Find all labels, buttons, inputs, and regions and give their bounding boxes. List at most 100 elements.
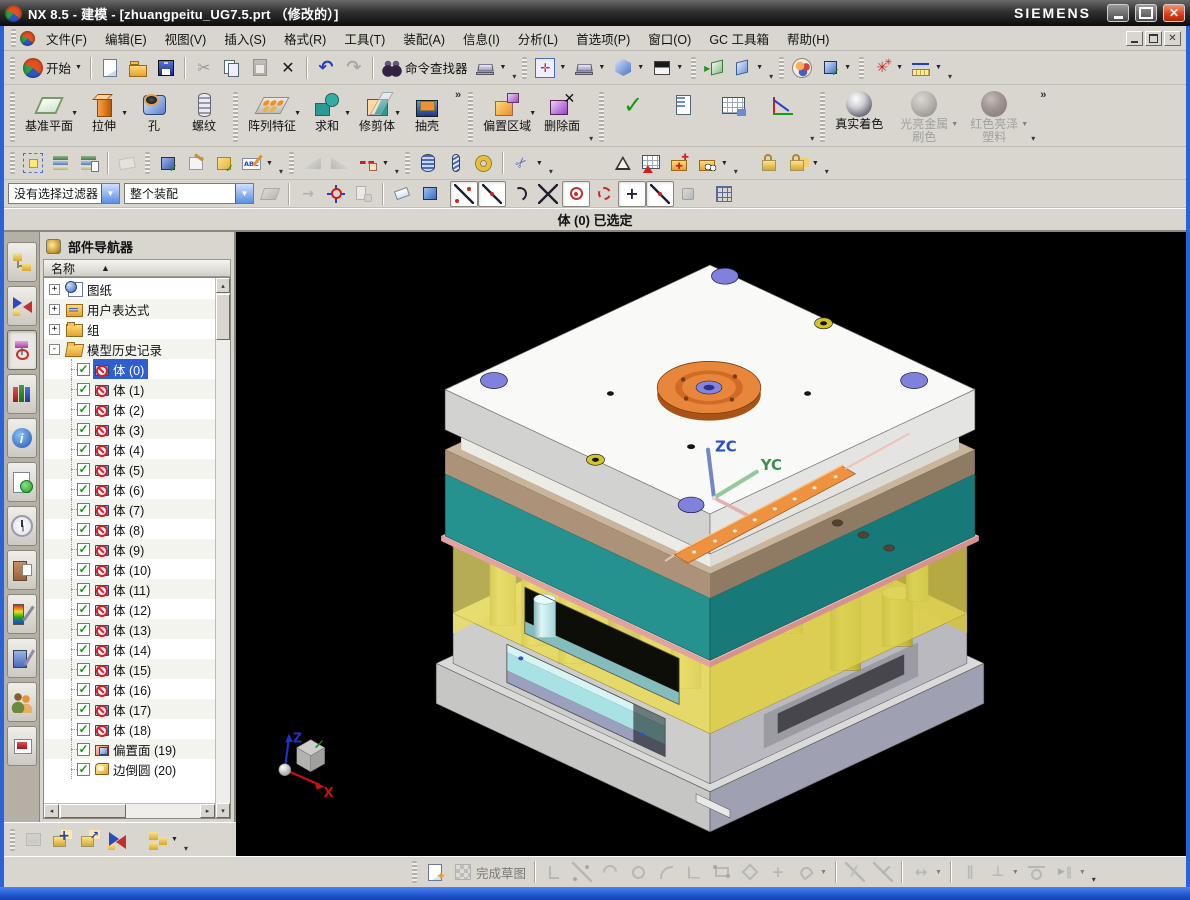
visibility-checkbox[interactable]: ✓ xyxy=(77,443,90,456)
select-all-button[interactable] xyxy=(294,181,322,207)
title-bar[interactable]: NX 8.5 - 建模 - [zhuangpeitu_UG7.5.prt （修改… xyxy=(0,0,1190,26)
toolbar-grip[interactable] xyxy=(233,92,238,142)
fit-view-button[interactable]: ▼ xyxy=(531,55,570,81)
screen-mode-button[interactable]: ▼ xyxy=(570,55,609,81)
dropdown-arrow-icon[interactable]: ▼ xyxy=(294,110,301,117)
highlight-bodies-button[interactable] xyxy=(416,181,444,207)
draft-analysis-button[interactable] xyxy=(298,150,326,176)
display-constraints-button[interactable] xyxy=(1023,859,1051,885)
offset-region-button[interactable]: 偏置区域▼ xyxy=(477,88,537,136)
toolbar-more[interactable]: » xyxy=(1040,89,1046,101)
selection-scope-dropdown[interactable]: 整个装配 ▼ xyxy=(124,183,254,204)
dropdown-arrow-icon[interactable]: ▼ xyxy=(844,64,851,71)
scroll-thumb[interactable] xyxy=(60,804,126,818)
trim-body-button[interactable]: 修剪体▼ xyxy=(352,88,402,136)
visibility-checkbox[interactable]: ✓ xyxy=(77,703,90,716)
snap-center-toggle[interactable] xyxy=(562,181,590,207)
toolbar-grip[interactable] xyxy=(145,152,150,174)
quick-trim-button[interactable] xyxy=(841,859,869,885)
tree-item-14[interactable]: ✓体 (10) xyxy=(44,559,215,579)
toolbar-grip[interactable] xyxy=(522,57,527,79)
menu-item[interactable]: 窗口(O) xyxy=(639,26,700,51)
add-component-button[interactable] xyxy=(47,827,75,853)
toolbar-overflow[interactable]: ▾ xyxy=(1031,134,1035,143)
trim-tool-button[interactable]: ▼ xyxy=(508,150,547,176)
profile-button[interactable] xyxy=(540,859,568,885)
tree-item-12[interactable]: ✓体 (8) xyxy=(44,519,215,539)
menu-item[interactable]: 帮助(H) xyxy=(778,26,838,51)
snap-point-button[interactable]: ▼ xyxy=(868,55,907,81)
mdi-restore-button[interactable] xyxy=(1145,31,1162,46)
find-component-button[interactable] xyxy=(19,827,47,853)
scroll-thumb[interactable] xyxy=(216,294,230,340)
save-button[interactable] xyxy=(152,55,180,81)
toolbar-grip[interactable] xyxy=(289,152,294,174)
visibility-checkbox[interactable]: ✓ xyxy=(77,563,90,576)
history-tab[interactable] xyxy=(7,506,37,546)
visibility-checkbox[interactable]: ✓ xyxy=(77,483,90,496)
toolbar-overflow[interactable]: ▾ xyxy=(1092,875,1096,884)
lock-assembly-button[interactable]: ▼ xyxy=(784,150,823,176)
visibility-checkbox[interactable]: ✓ xyxy=(77,743,90,756)
dropdown-arrow-icon[interactable]: ▼ xyxy=(71,110,78,117)
toolbar-overflow[interactable]: ▾ xyxy=(184,844,188,853)
viewport-3d[interactable]: ZC YC xyxy=(236,232,1186,856)
web-browser-tab[interactable] xyxy=(7,418,37,458)
toolbar-more[interactable]: » xyxy=(455,89,461,101)
show-all-constraints-button[interactable]: ▼ xyxy=(1051,859,1090,885)
copy-button[interactable] xyxy=(218,55,246,81)
arc-button[interactable] xyxy=(596,859,624,885)
tree-item-8[interactable]: ✓体 (4) xyxy=(44,439,215,459)
shell-button[interactable]: 抽壳 xyxy=(402,88,452,136)
expand-toggle[interactable]: + xyxy=(49,304,60,315)
roles-tab[interactable] xyxy=(7,682,37,722)
rectangle-button[interactable] xyxy=(708,859,736,885)
dropdown-arrow-icon[interactable]: ▼ xyxy=(394,110,401,117)
section-view-button[interactable]: ▼ xyxy=(728,55,767,81)
snap-midpoint-toggle[interactable] xyxy=(478,181,506,207)
tree-item-9[interactable]: ✓体 (5) xyxy=(44,459,215,479)
open-file-button[interactable] xyxy=(124,55,152,81)
datum-plane-button[interactable]: 基准平面▼ xyxy=(19,88,79,136)
triangle-tool-button[interactable] xyxy=(609,150,637,176)
dropdown-arrow-icon[interactable]: ▼ xyxy=(1012,869,1019,876)
assembly-constraints-button[interactable] xyxy=(103,827,131,853)
fillet-button[interactable] xyxy=(652,859,680,885)
tree-item-6[interactable]: ✓体 (2) xyxy=(44,399,215,419)
circle-button[interactable] xyxy=(624,859,652,885)
washer-tool-button[interactable] xyxy=(470,150,498,176)
point-constructor-button[interactable] xyxy=(322,181,350,207)
toolbar-overflow[interactable]: ▾ xyxy=(825,167,829,176)
assembly-navigator-tab[interactable] xyxy=(7,242,37,282)
layer-settings-button[interactable] xyxy=(47,150,75,176)
finish-sketch-button[interactable]: 完成草图 xyxy=(449,859,530,885)
paste-button[interactable] xyxy=(246,55,274,81)
reuse-library-tab[interactable] xyxy=(7,374,37,414)
vertical-scrollbar[interactable]: ▴ ▾ xyxy=(215,278,230,818)
measure-button[interactable]: ▼ xyxy=(907,55,946,81)
toolbar-overflow[interactable]: ▾ xyxy=(948,72,952,81)
dropdown-arrow-icon[interactable]: ▼ xyxy=(171,836,178,843)
expand-toggle[interactable]: + xyxy=(49,324,60,335)
dropdown-arrow-icon[interactable]: ▼ xyxy=(1021,121,1028,128)
system-scenes-tab[interactable] xyxy=(7,638,37,678)
red-glossy-plastic-button[interactable]: 红色亮泽塑料▼ xyxy=(959,88,1029,147)
dropdown-arrow-icon[interactable]: ▼ xyxy=(896,64,903,71)
layer-visible-in-view-button[interactable] xyxy=(75,150,103,176)
name-column-header[interactable]: 名称 ▲ xyxy=(43,259,231,277)
command-finder-button[interactable]: 命令查找器 xyxy=(378,55,472,81)
background-button[interactable]: ▼ xyxy=(648,55,687,81)
sketch-in-task-button[interactable] xyxy=(421,859,449,885)
delete-button[interactable] xyxy=(274,55,302,81)
toolbar-grip[interactable] xyxy=(820,92,825,142)
dropdown-arrow-icon[interactable]: ▼ xyxy=(812,160,819,167)
new-file-button[interactable] xyxy=(96,55,124,81)
toolbar-grip[interactable] xyxy=(10,152,15,174)
menu-item[interactable]: 格式(R) xyxy=(275,26,335,51)
redo-button[interactable] xyxy=(340,55,368,81)
toolbar-overflow[interactable]: ▾ xyxy=(395,167,399,176)
snap-quadrant-toggle[interactable] xyxy=(590,181,618,207)
dropdown-arrow-icon[interactable]: ▼ xyxy=(935,869,942,876)
delete-face-button[interactable]: 删除面 xyxy=(537,88,587,136)
make-displayed-part-button[interactable] xyxy=(182,150,210,176)
